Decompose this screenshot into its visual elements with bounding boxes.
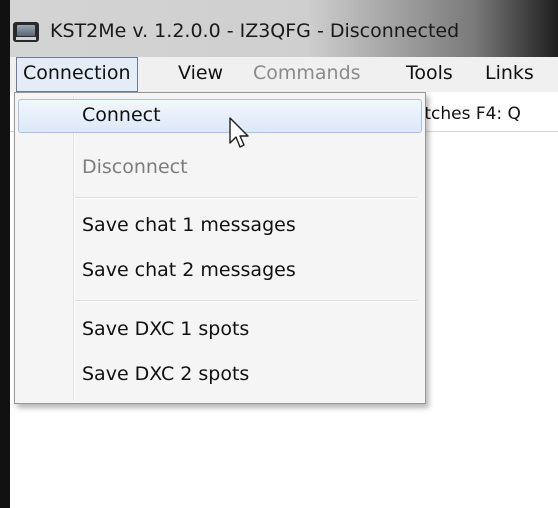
menu-item-save-chat-1-label: Save chat 1 messages [82,214,296,236]
app-window: KST2Me v. 1.2.0.0 - IZ3QFG - Disconnecte… [0,0,558,508]
window-border [0,0,10,508]
menu-view[interactable]: View [170,57,231,92]
menu-item-disconnect[interactable]: Disconnect [18,151,422,184]
connection-dropdown-menu: Connect Disconnect Save chat 1 messages … [14,92,426,404]
menu-item-save-dxc-1[interactable]: Save DXC 1 spots [18,313,422,346]
menu-commands[interactable]: Commands [245,57,369,92]
menu-item-save-chat-2[interactable]: Save chat 2 messages [18,254,422,287]
title-bar[interactable]: KST2Me v. 1.2.0.0 - IZ3QFG - Disconnecte… [0,0,558,57]
menu-item-save-chat-1[interactable]: Save chat 1 messages [18,209,422,242]
window-title: KST2Me v. 1.2.0.0 - IZ3QFG - Disconnecte… [50,20,460,42]
menu-bar: Connection View Commands Tools Links [10,57,558,92]
menu-item-save-chat-2-label: Save chat 2 messages [82,259,296,281]
menu-item-connect[interactable]: Connect [18,99,422,133]
menu-item-disconnect-label: Disconnect [82,156,188,178]
menu-gutter-highlight [74,95,75,401]
menu-separator [75,197,417,199]
menu-links[interactable]: Links [477,57,542,92]
menu-item-connect-label: Connect [82,104,161,126]
menu-separator [75,300,417,302]
arrow-cursor-icon [229,117,249,148]
menu-tools[interactable]: Tools [398,57,461,92]
menu-connection[interactable]: Connection [16,57,138,92]
menu-item-save-dxc-2[interactable]: Save DXC 2 spots [18,358,422,391]
app-window-icon[interactable] [13,22,39,42]
menu-item-save-dxc-2-label: Save DXC 2 spots [82,363,250,385]
menu-item-save-dxc-1-label: Save DXC 1 spots [82,318,250,340]
